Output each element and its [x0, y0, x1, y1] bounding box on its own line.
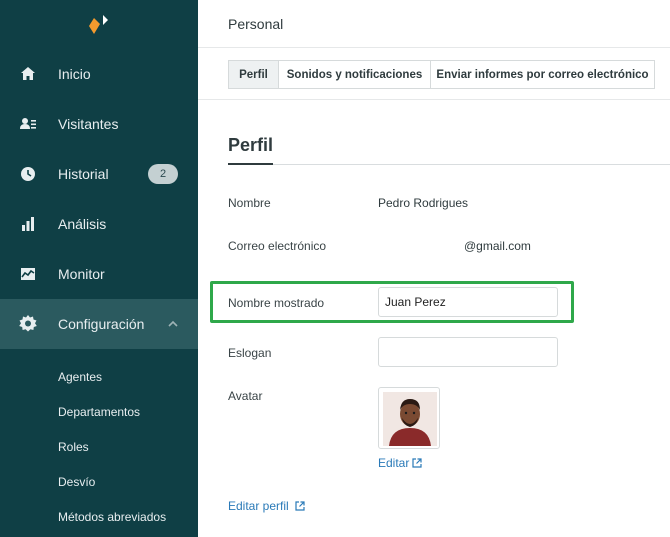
- section-title: Perfil: [228, 135, 274, 155]
- history-count-badge: 2: [148, 164, 178, 184]
- section-title-underline: [228, 163, 273, 165]
- sidebar-item-label: Análisis: [58, 216, 107, 232]
- visitors-icon: [18, 114, 38, 134]
- name-label: Nombre: [228, 196, 271, 210]
- sidebar-item-analisis[interactable]: Análisis: [0, 199, 198, 249]
- sidebar-item-configuracion[interactable]: Configuración: [0, 299, 198, 349]
- sidebar-item-inicio[interactable]: Inicio: [0, 49, 198, 99]
- avatar-edit-link[interactable]: Editar: [378, 456, 422, 470]
- avatar-image: [383, 392, 437, 446]
- edit-profile-link[interactable]: Editar perfil: [228, 499, 305, 513]
- sidebar-item-historial[interactable]: Historial 2: [0, 149, 198, 199]
- sidebar: Inicio Visitantes Historial 2 Análisis M…: [0, 0, 198, 537]
- sidebar-item-label: Visitantes: [58, 116, 119, 132]
- subnav-item-departamentos[interactable]: Departamentos: [58, 405, 140, 419]
- email-label: Correo electrónico: [228, 239, 327, 253]
- name-value: Pedro Rodrigues: [378, 196, 469, 210]
- avatar-label: Avatar: [228, 389, 263, 403]
- sidebar-item-monitor[interactable]: Monitor: [0, 249, 198, 299]
- tabs-bar: Perfil Sonidos y notificaciones Enviar i…: [198, 48, 670, 100]
- sidebar-item-label: Monitor: [58, 266, 105, 282]
- app-logo: [89, 15, 108, 34]
- avatar: [378, 387, 440, 449]
- external-link-icon: [412, 458, 422, 468]
- monitor-icon: [18, 264, 38, 284]
- sidebar-item-label: Configuración: [58, 316, 145, 332]
- clock-icon: [18, 164, 38, 184]
- page-title: Personal: [228, 16, 284, 32]
- main-content: Personal Perfil Sonidos y notificaciones…: [198, 0, 670, 537]
- subnav-item-agentes[interactable]: Agentes: [58, 370, 102, 384]
- slogan-label: Eslogan: [228, 346, 272, 360]
- subnav-item-roles[interactable]: Roles: [58, 440, 89, 454]
- sidebar-item-label: Inicio: [58, 66, 91, 82]
- subnav-item-metodos-abreviados[interactable]: Métodos abreviados: [58, 510, 166, 524]
- external-link-icon: [295, 501, 305, 511]
- section-divider: [228, 164, 670, 165]
- sidebar-item-label: Historial: [58, 166, 109, 182]
- tab-sonidos-notificaciones[interactable]: Sonidos y notificaciones: [278, 60, 431, 89]
- avatar-edit-label: Editar: [378, 456, 410, 470]
- gear-icon: [18, 314, 38, 334]
- page-header: Personal: [198, 0, 670, 48]
- bar-chart-icon: [18, 214, 38, 234]
- subnav-item-desvio[interactable]: Desvío: [58, 475, 95, 489]
- slogan-input[interactable]: [378, 337, 558, 367]
- edit-profile-label: Editar perfil: [228, 499, 289, 513]
- chevron-up-icon[interactable]: [166, 317, 180, 331]
- home-icon: [18, 64, 38, 84]
- display-name-label: Nombre mostrado: [228, 296, 325, 310]
- sidebar-item-visitantes[interactable]: Visitantes: [0, 99, 198, 149]
- display-name-input[interactable]: Juan Perez: [378, 287, 558, 317]
- tab-enviar-informes[interactable]: Enviar informes por correo electrónico: [430, 60, 655, 89]
- email-value: @gmail.com: [464, 239, 531, 253]
- tab-perfil[interactable]: Perfil: [228, 60, 279, 89]
